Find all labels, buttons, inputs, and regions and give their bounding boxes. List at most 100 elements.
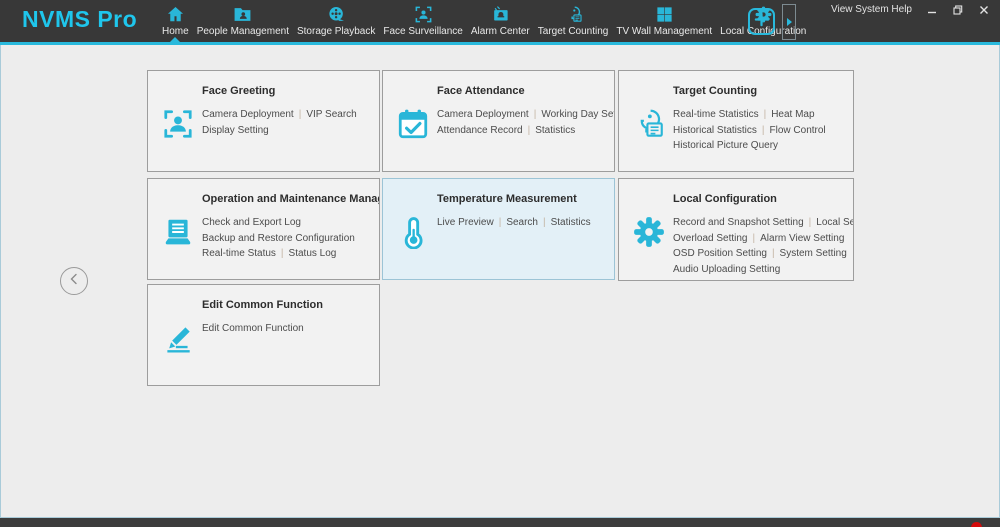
card-link-camera-deployment[interactable]: Camera Deployment xyxy=(202,109,294,120)
nav-item-label: Home xyxy=(162,26,189,37)
card-link-display-setting[interactable]: Display Setting xyxy=(202,125,269,136)
people-management-icon xyxy=(233,5,252,24)
nav-item-target-counting[interactable]: Target Counting xyxy=(534,1,613,42)
card-link-edit-common-function[interactable]: Edit Common Function xyxy=(202,323,304,334)
card-link-line: Check and Export Log xyxy=(202,215,375,231)
nav-item-label: Face Surveillance xyxy=(383,26,462,37)
link-separator: | xyxy=(534,109,537,120)
card-link-historical-statistics[interactable]: Historical Statistics xyxy=(673,125,757,136)
nav-item-people-management[interactable]: People Management xyxy=(193,1,293,42)
card-link-backup-and-restore-configuration[interactable]: Backup and Restore Configuration xyxy=(202,233,355,244)
card-target-counting: Target CountingReal-time Statistics|Heat… xyxy=(618,70,854,172)
tv-wall-icon xyxy=(655,5,674,24)
card-link-search[interactable]: Search xyxy=(506,217,538,228)
card-link-system-setting[interactable]: System Setting xyxy=(780,248,847,259)
card-link-heat-map[interactable]: Heat Map xyxy=(771,109,814,120)
storage-playback-icon xyxy=(327,5,346,24)
card-body: Face AttendanceCamera Deployment|Working… xyxy=(437,85,610,138)
link-separator: | xyxy=(753,233,756,244)
card-link-statistics[interactable]: Statistics xyxy=(551,217,591,228)
card-link-audio-uploading-setting[interactable]: Audio Uploading Setting xyxy=(673,264,780,275)
card-link-line: Camera Deployment|VIP Search xyxy=(202,107,375,123)
card-link-alarm-view-setting[interactable]: Alarm View Setting xyxy=(760,233,844,244)
card-title: Operation and Maintenance Management xyxy=(202,193,375,205)
link-separator: | xyxy=(772,248,775,259)
face-surveillance-icon xyxy=(414,5,433,24)
card-temperature-measurement: Temperature MeasurementLive Preview|Sear… xyxy=(382,178,615,280)
nav-item-home[interactable]: Home xyxy=(158,1,193,42)
link-separator: | xyxy=(809,217,812,228)
home-icon xyxy=(166,5,185,24)
card-link-line: Audio Uploading Setting xyxy=(673,262,849,278)
card-link-line: Historical Statistics | Flow Control xyxy=(673,123,849,139)
card-link-line: Historical Picture Query xyxy=(673,138,849,154)
restore-button[interactable] xyxy=(952,5,964,15)
nav-item-label: Target Counting xyxy=(538,26,609,37)
home-content: Face GreetingCamera Deployment|VIP Searc… xyxy=(0,45,1000,518)
card-link-local-setting[interactable]: Local Setting xyxy=(816,217,854,228)
card-link-line: Real-time Status|Status Log xyxy=(202,246,375,262)
card-link-line: Camera Deployment|Working Day Setting xyxy=(437,107,610,123)
card-link-record-and-snapshot-setting[interactable]: Record and Snapshot Setting xyxy=(673,217,804,228)
nav-item-storage-playback[interactable]: Storage Playback xyxy=(293,1,379,42)
link-separator: | xyxy=(764,109,767,120)
nav-item-label: TV Wall Management xyxy=(616,26,712,37)
alarm-indicator-dot xyxy=(971,522,982,527)
card-face-attendance: Face Attendance Camera Deployment | Working… xyxy=(382,70,615,172)
target-counting-icon xyxy=(564,5,583,24)
card-link-attendance-record[interactable]: Attendance Record xyxy=(437,125,523,136)
close-button[interactable] xyxy=(978,5,990,15)
panel-toggle-button[interactable] xyxy=(782,4,796,40)
minimize-button[interactable] xyxy=(926,5,938,15)
card-link-statistics[interactable]: Statistics xyxy=(535,125,575,136)
app-logo: NVMS Pro xyxy=(22,6,137,33)
card-face-greeting: Face Greeting Camera Deployment|VIP Searc… xyxy=(147,70,380,172)
card-body: Operation and Maintenance Management Chec… xyxy=(202,193,375,262)
card-link-line: Attendance Record|Statistics xyxy=(437,123,610,139)
card-link-flow-control[interactable]: Flow Control xyxy=(770,125,826,136)
nav-item-tv-wall-management[interactable]: TV Wall Management xyxy=(612,1,716,42)
card-link-line: Edit Common Function xyxy=(202,321,375,337)
card-body: Target CountingReal-time Statistics|Heat… xyxy=(673,85,849,154)
card-link-camera-deployment[interactable]: Camera Deployment xyxy=(437,109,529,120)
card-link-osd-position-setting[interactable]: OSD Position Setting xyxy=(673,248,767,259)
add-tab-button[interactable] xyxy=(748,8,775,35)
titlebar-controls: View System Help xyxy=(831,4,990,15)
card-link-line: Real-time Statistics | Heat Map xyxy=(673,107,849,123)
card-link-working-day-setting[interactable]: Working Day Setting xyxy=(541,109,615,120)
nav-item-label: Storage Playback xyxy=(297,26,375,37)
titlebar: NVMS Pro Home People Management Storage Pl… xyxy=(0,0,1000,42)
status-bar xyxy=(0,518,1000,527)
card-link-historical-picture-query[interactable]: Historical Picture Query xyxy=(673,140,778,151)
card-edit-common-function: Edit Common FunctionEdit Common Function xyxy=(147,284,380,386)
chevron-left-icon xyxy=(68,272,80,290)
card-link-status-log[interactable]: Status Log xyxy=(289,248,337,259)
target-counting-card-icon xyxy=(632,107,666,141)
card-link-line: Display Setting xyxy=(202,123,375,139)
card-title: Local Configuration xyxy=(673,193,849,205)
card-link-check-and-export-log[interactable]: Check and Export Log xyxy=(202,217,301,228)
card-local-configuration: Local Configuration Record and Snapshot S… xyxy=(618,178,854,281)
card-title: Face Attendance xyxy=(437,85,610,97)
nav-item-face-surveillance[interactable]: Face Surveillance xyxy=(379,1,466,42)
card-link-line: OSD Position Setting | System Setting xyxy=(673,246,849,262)
main-nav: Home People Management Storage Playback Fac… xyxy=(158,0,782,42)
link-separator: | xyxy=(762,125,765,136)
card-link-overload-setting[interactable]: Overload Setting xyxy=(673,233,748,244)
card-title: Face Greeting xyxy=(202,85,375,97)
nav-item-label: People Management xyxy=(197,26,289,37)
card-link-real-time-statistics[interactable]: Real-time Statistics xyxy=(673,109,759,120)
card-link-line: Overload Setting | Alarm View Setting xyxy=(673,231,849,247)
link-separator: | xyxy=(543,217,546,228)
operation-maintenance-icon xyxy=(161,215,195,249)
card-link-real-time-status[interactable]: Real-time Status xyxy=(202,248,276,259)
view-system-help[interactable]: View System Help xyxy=(831,4,912,15)
card-link-vip-search[interactable]: VIP Search xyxy=(306,109,356,120)
card-link-live-preview[interactable]: Live Preview xyxy=(437,217,494,228)
previous-page-button[interactable] xyxy=(60,267,88,295)
nav-item-label: Alarm Center xyxy=(471,26,530,37)
card-operation-and-maintenance-management: Operation and Maintenance Management Chec… xyxy=(147,178,380,280)
edit-common-function-icon xyxy=(161,321,195,355)
nav-item-alarm-center[interactable]: Alarm Center xyxy=(467,1,534,42)
card-body: Edit Common FunctionEdit Common Function xyxy=(202,299,375,337)
